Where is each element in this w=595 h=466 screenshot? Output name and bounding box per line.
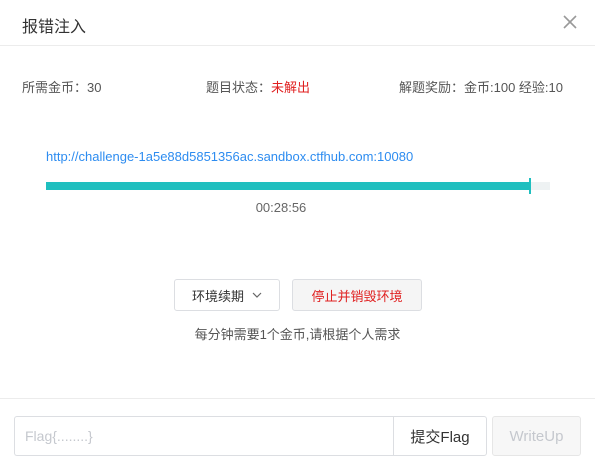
cost-note: 每分钟需要1个金币,请根据个人需求 bbox=[194, 327, 401, 342]
challenge-dialog: 报错注入 所需金币：30 题目状态：未解出 解题奖励：金币:100 经验:10 … bbox=[0, 0, 595, 466]
extend-environment-button[interactable]: 环境续期 bbox=[174, 279, 280, 311]
submit-flag-button[interactable]: 提交Flag bbox=[393, 416, 487, 456]
status-label: 题目状态： bbox=[206, 80, 272, 95]
remaining-time: 00:28:56 bbox=[255, 200, 307, 215]
chevron-down-icon bbox=[252, 292, 262, 298]
time-progress-marker bbox=[528, 178, 531, 194]
time-progress-fill bbox=[46, 182, 530, 190]
flag-input[interactable] bbox=[14, 416, 394, 456]
cost-label: 所需金币：30 bbox=[22, 80, 102, 95]
reward-label: 解题奖励：金币:100 经验:10 bbox=[399, 80, 563, 95]
dialog-footer: 提交Flag WriteUp bbox=[0, 398, 595, 466]
writeup-button[interactable]: WriteUp bbox=[492, 416, 581, 456]
challenge-url-link[interactable]: http://challenge-1a5e88d5851356ac.sandbo… bbox=[46, 149, 413, 164]
status-info: 题目状态：未解出 bbox=[206, 77, 310, 96]
dialog-title: 报错注入 bbox=[22, 19, 87, 36]
close-icon[interactable] bbox=[561, 12, 579, 32]
extend-environment-label: 环境续期 bbox=[191, 288, 244, 304]
destroy-environment-button[interactable]: 停止并销毁环境 bbox=[292, 279, 422, 311]
time-progress-bar bbox=[46, 178, 550, 194]
dialog-header: 报错注入 bbox=[0, 0, 595, 46]
status-badge: 未解出 bbox=[271, 80, 311, 95]
